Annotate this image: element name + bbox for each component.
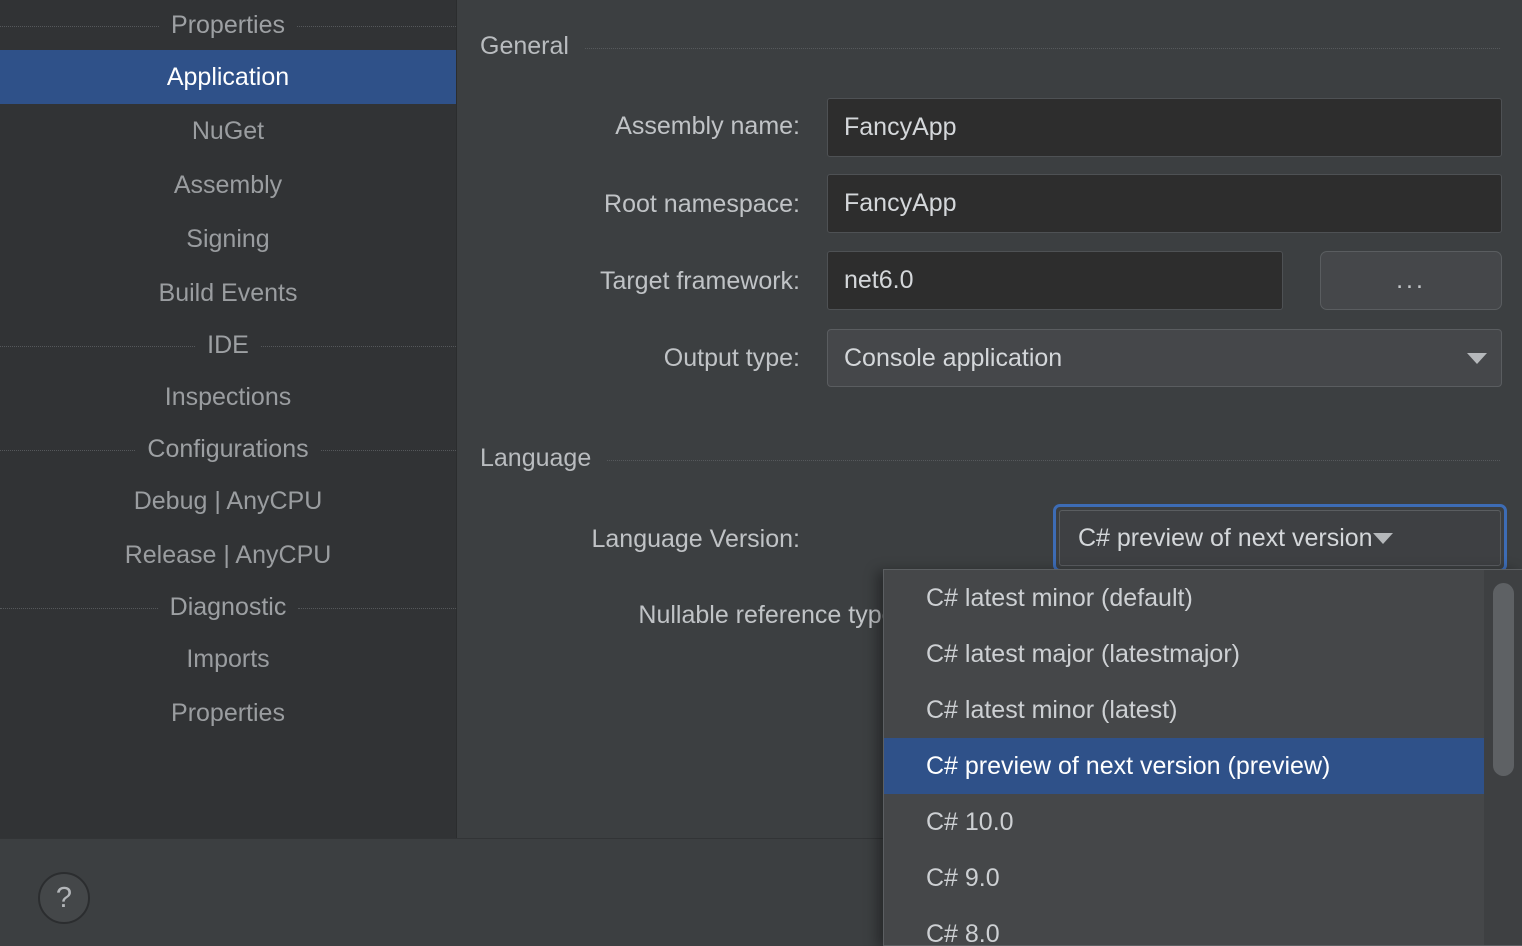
section-header-language: Language <box>480 444 1500 473</box>
dropdown-option-latest-major[interactable]: C# latest major (latestmajor) <box>884 626 1485 682</box>
divider-line-right <box>260 345 456 347</box>
section-header-general: General <box>480 32 1500 61</box>
assembly-name-label: Assembly name: <box>615 112 800 140</box>
language-version-combobox-focus-ring: C# preview of next version <box>1053 504 1507 572</box>
section-divider-line <box>584 47 1500 49</box>
dropdown-scrollbar-thumb[interactable] <box>1493 583 1514 776</box>
sidebar-group-header-label: Properties <box>171 10 285 39</box>
divider-line-left <box>0 449 136 451</box>
sidebar-group-header-ide: IDE <box>0 320 456 370</box>
language-version-dropdown[interactable]: C# preview of next version <box>1059 510 1501 566</box>
properties-dialog: Properties Application NuGet Assembly Si… <box>0 0 1522 946</box>
divider-line-left <box>0 25 160 27</box>
sidebar-item-properties[interactable]: Properties <box>0 686 456 740</box>
dropdown-option-csharp-10[interactable]: C# 10.0 <box>884 794 1485 850</box>
output-type-dropdown[interactable]: Console application <box>827 329 1502 387</box>
root-namespace-label: Root namespace: <box>604 190 800 218</box>
dropdown-option-preview[interactable]: C# preview of next version (preview) <box>884 738 1485 794</box>
sidebar-item-signing[interactable]: Signing <box>0 212 456 266</box>
sidebar-item-debug-anycpu[interactable]: Debug | AnyCPU <box>0 474 456 528</box>
target-framework-label: Target framework: <box>599 267 800 295</box>
nullable-reference-types-label: Nullable reference types <box>638 601 908 629</box>
sidebar-item-application[interactable]: Application <box>0 50 456 104</box>
dropdown-option-label: C# 9.0 <box>926 863 1000 892</box>
target-framework-input[interactable]: net6.0 <box>827 251 1283 310</box>
divider-line-left <box>0 345 196 347</box>
sidebar-group-header-label: Configurations <box>147 434 309 463</box>
sidebar-item-assembly[interactable]: Assembly <box>0 158 456 212</box>
dropdown-option-label: C# 8.0 <box>926 919 1000 946</box>
root-namespace-input[interactable]: FancyApp <box>827 174 1502 233</box>
chevron-down-icon <box>1467 352 1487 364</box>
divider-line-right <box>298 607 456 609</box>
dropdown-option-label: C# latest minor (latest) <box>926 695 1178 724</box>
dropdown-scrollbar[interactable] <box>1484 570 1522 945</box>
sidebar-item-label: Assembly <box>173 170 283 199</box>
target-framework-browse-button[interactable]: ... <box>1320 251 1502 310</box>
sidebar-group-header-label: IDE <box>207 330 249 359</box>
dropdown-option-latest-minor-default[interactable]: C# latest minor (default) <box>884 570 1485 626</box>
sidebar-item-label: Build Events <box>158 278 298 307</box>
output-type-label: Output type: <box>663 344 800 372</box>
dropdown-option-label: C# preview of next version (preview) <box>926 751 1331 780</box>
dropdown-option-latest-minor[interactable]: C# latest minor (latest) <box>884 682 1485 738</box>
sidebar-group-header-properties: Properties <box>0 0 456 50</box>
sidebar-item-nuget[interactable]: NuGet <box>0 104 456 158</box>
divider-line-left <box>0 607 158 609</box>
section-title: Language <box>480 444 592 472</box>
language-version-dropdown-popup: C# latest minor (default) C# latest majo… <box>883 569 1522 946</box>
divider-line-right <box>296 25 456 27</box>
sidebar-item-label: NuGet <box>191 116 265 145</box>
sidebar-item-label: Properties <box>171 698 285 727</box>
sidebar-item-label: Release | AnyCPU <box>124 540 332 569</box>
dropdown-option-label: C# latest minor (default) <box>926 583 1193 612</box>
dropdown-option-csharp-9[interactable]: C# 9.0 <box>884 850 1485 906</box>
sidebar-item-label: Inspections <box>164 382 292 411</box>
sidebar-group-header-diagnostic: Diagnostic <box>0 582 456 632</box>
sidebar-item-label: Signing <box>186 224 270 253</box>
output-type-value: Console application <box>844 343 1063 372</box>
sidebar-item-build-events[interactable]: Build Events <box>0 266 456 320</box>
dropdown-option-csharp-8[interactable]: C# 8.0 <box>884 906 1485 946</box>
assembly-name-input[interactable]: FancyApp <box>827 98 1502 157</box>
section-divider-line <box>607 459 1500 461</box>
settings-sidebar: Properties Application NuGet Assembly Si… <box>0 0 457 838</box>
sidebar-item-release-anycpu[interactable]: Release | AnyCPU <box>0 528 456 582</box>
divider-line-right <box>320 449 456 451</box>
help-button[interactable]: ? <box>38 872 90 924</box>
sidebar-item-imports[interactable]: Imports <box>0 632 456 686</box>
language-version-label: Language Version: <box>591 525 800 553</box>
dropdown-option-list: C# latest minor (default) C# latest majo… <box>884 570 1485 946</box>
sidebar-item-inspections[interactable]: Inspections <box>0 370 456 424</box>
language-version-value: C# preview of next version <box>1078 523 1373 552</box>
dropdown-option-label: C# latest major (latestmajor) <box>926 639 1240 668</box>
sidebar-group-header-label: Diagnostic <box>169 592 287 621</box>
question-mark-icon: ? <box>55 881 73 914</box>
chevron-down-icon <box>1372 532 1393 544</box>
dropdown-option-label: C# 10.0 <box>926 807 1014 836</box>
sidebar-item-label: Debug | AnyCPU <box>133 486 323 515</box>
section-title: General <box>480 32 569 60</box>
sidebar-group-header-configurations: Configurations <box>0 424 456 474</box>
sidebar-item-label: Application <box>166 62 290 91</box>
sidebar-item-label: Imports <box>186 644 270 673</box>
